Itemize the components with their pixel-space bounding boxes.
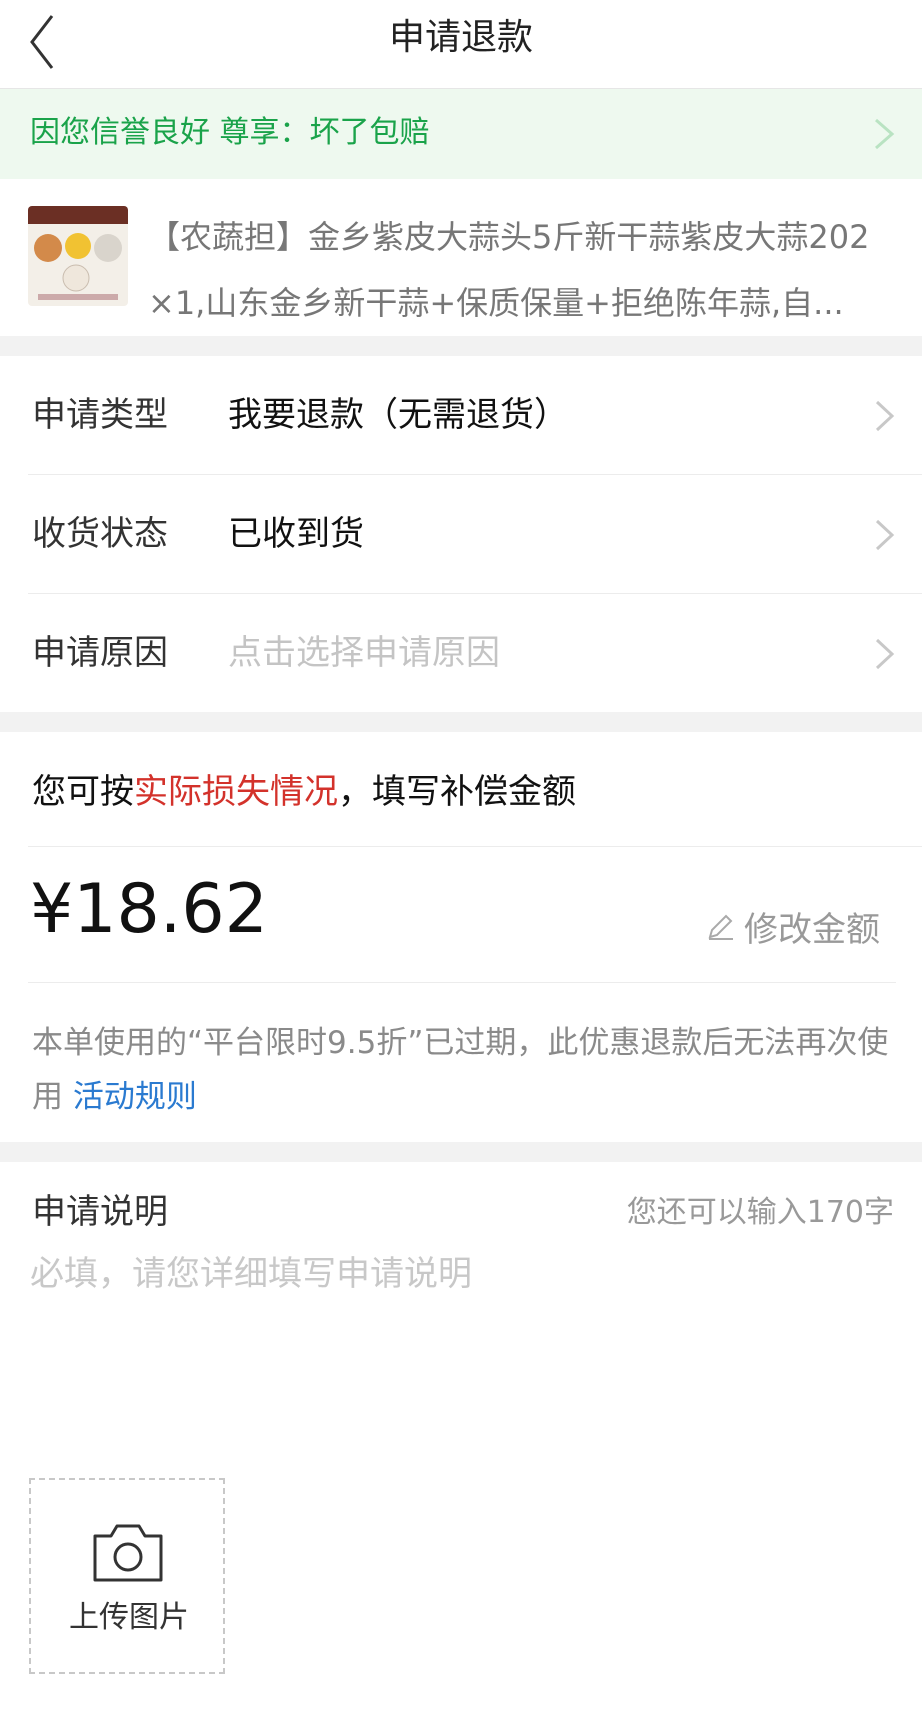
- description-label: 申请说明: [32, 1192, 168, 1232]
- edit-amount-button[interactable]: 修改金额: [706, 902, 880, 950]
- hint-prefix: 您可按: [32, 772, 134, 812]
- edit-amount-label: 修改金额: [744, 909, 880, 950]
- upload-image-label: 上传图片: [69, 1600, 189, 1635]
- refund-reason-placeholder: 点击选择申请原因: [228, 633, 500, 673]
- top-bar: 申请退款: [0, 0, 922, 89]
- chevron-right-icon: [875, 118, 895, 150]
- compensation-hint: 您可按实际损失情况，填写补偿金额: [32, 768, 576, 816]
- activity-rules-link[interactable]: 活动规则: [73, 1079, 197, 1115]
- promo-text: 因您信誉良好 尊享：坏了包赔: [30, 115, 430, 150]
- coupon-notice: 本单使用的“平台限时9.5折”已过期，此优惠退款后无法再次使用 活动规则: [32, 1016, 902, 1124]
- hint-highlight: 实际损失情况: [134, 772, 338, 812]
- product-title-line1: 【农蔬担】金乡紫皮大蒜头5斤新干蒜紫皮大蒜202: [148, 218, 870, 256]
- hint-suffix: ，填写补偿金额: [338, 772, 576, 812]
- refund-reason-label: 申请原因: [32, 633, 168, 673]
- product-thumbnail: [28, 206, 128, 306]
- camera-icon: [93, 1524, 163, 1582]
- product-title-line2: ×1,山东金乡新干蒜+保质保量+拒绝陈年蒜,自...: [148, 284, 844, 322]
- product-card[interactable]: 【农蔬担】金乡紫皮大蒜头5斤新干蒜紫皮大蒜202 ×1,山东金乡新干蒜+保质保量…: [0, 180, 922, 336]
- product-title: 【农蔬担】金乡紫皮大蒜头5斤新干蒜紫皮大蒜202 ×1,山东金乡新干蒜+保质保量…: [148, 204, 888, 336]
- pencil-icon: [708, 914, 733, 940]
- section-gap: [0, 712, 922, 732]
- refund-reason-row[interactable]: 申请原因 点击选择申请原因: [0, 594, 922, 712]
- credit-promo-banner[interactable]: 因您信誉良好 尊享：坏了包赔: [0, 89, 922, 179]
- refund-amount: ¥18.62: [30, 870, 268, 949]
- section-gap: [0, 1142, 922, 1162]
- chevron-right-icon: [875, 400, 895, 432]
- row-divider: [28, 846, 922, 847]
- row-divider: [28, 982, 896, 983]
- refund-type-row[interactable]: 申请类型 我要退款（无需退货）: [0, 356, 922, 474]
- receipt-status-label: 收货状态: [32, 514, 168, 554]
- description-textarea[interactable]: [30, 1250, 892, 1450]
- section-gap: [0, 336, 922, 356]
- upload-image-button[interactable]: 上传图片: [29, 1478, 225, 1674]
- refund-type-value: 我要退款（无需退货）: [228, 395, 568, 435]
- char-counter: 您还可以输入170字: [626, 1195, 894, 1230]
- receipt-status-value: 已收到货: [228, 514, 364, 554]
- receipt-status-row[interactable]: 收货状态 已收到货: [0, 475, 922, 593]
- refund-type-label: 申请类型: [32, 395, 168, 435]
- chevron-right-icon: [875, 519, 895, 551]
- page-title: 申请退款: [388, 17, 533, 58]
- chevron-right-icon: [875, 638, 895, 670]
